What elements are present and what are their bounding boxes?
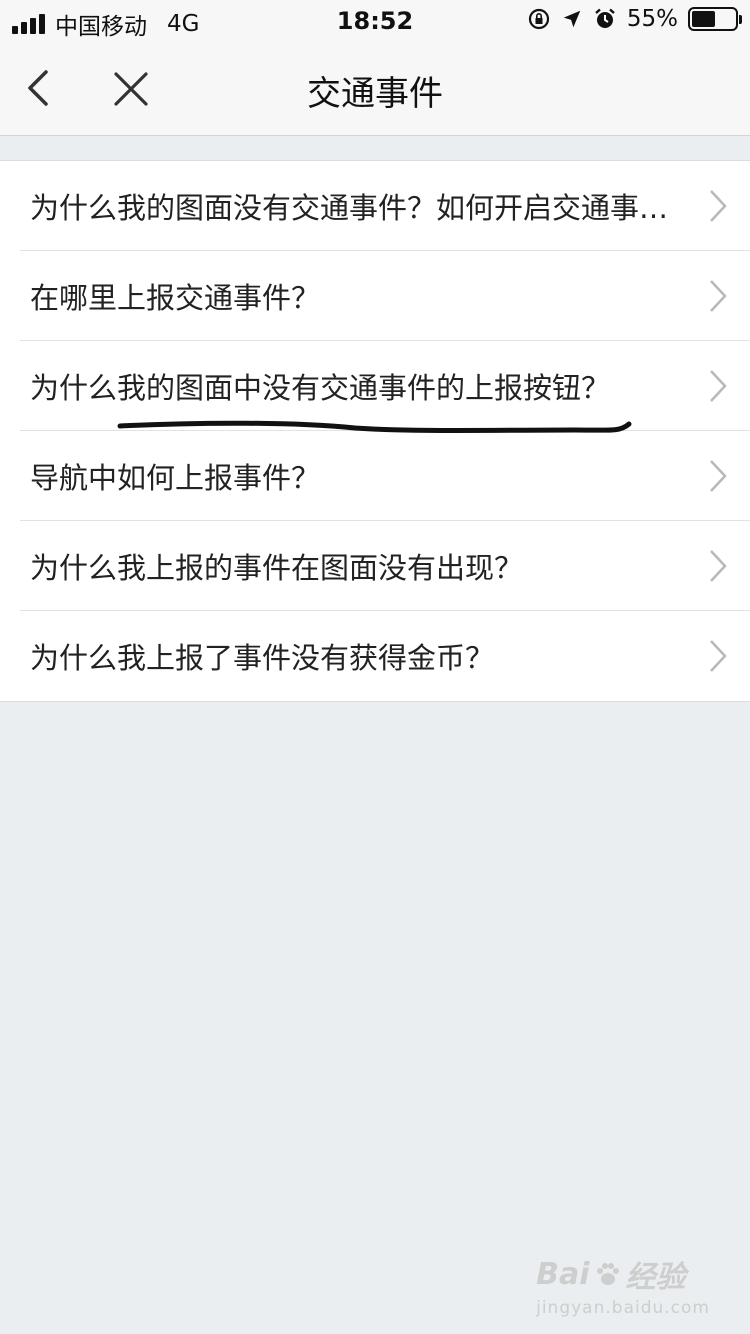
faq-item-label: 在哪里上报交通事件？	[30, 280, 321, 315]
battery-fill	[692, 11, 716, 27]
location-arrow-icon	[563, 10, 581, 28]
back-button[interactable]	[18, 66, 62, 110]
chevron-right-icon	[710, 280, 727, 312]
battery-icon	[688, 7, 742, 31]
faq-item-1[interactable]: 为什么我的图面没有交通事件？如何开启交通事件显示？	[20, 161, 750, 251]
status-bar: 中国移动 4G 18:52 55%	[0, 0, 750, 42]
watermark-logo: Bai 经验	[536, 1252, 710, 1296]
chevron-right-icon	[710, 370, 727, 402]
faq-item-2[interactable]: 在哪里上报交通事件？	[20, 251, 750, 341]
chevron-right-icon	[710, 460, 727, 492]
chevron-right-icon	[710, 550, 727, 582]
faq-item-5[interactable]: 为什么我上报的事件在图面没有出现？	[20, 521, 750, 611]
faq-item-label: 导航中如何上报事件？	[30, 460, 321, 495]
navigation-bar: 交通事件	[0, 42, 750, 136]
watermark: Bai 经验 jingyan.baidu.com	[536, 1252, 710, 1319]
battery-percent: 55%	[626, 6, 678, 32]
watermark-url: jingyan.baidu.com	[536, 1298, 710, 1318]
faq-item-6[interactable]: 为什么我上报了事件没有获得金币？	[20, 611, 750, 701]
rotation-lock-icon	[528, 8, 549, 30]
underline-annotation	[117, 420, 632, 433]
watermark-brand-suffix: 经验	[625, 1260, 686, 1295]
faq-item-label: 为什么我的图面中没有交通事件的上报按钮？	[30, 370, 611, 405]
alarm-clock-icon	[595, 8, 615, 28]
faq-item-4[interactable]: 导航中如何上报事件？	[20, 431, 750, 521]
watermark-brand: Bai	[536, 1256, 590, 1292]
paw-icon	[596, 1263, 619, 1285]
status-right: 55%	[527, 6, 742, 32]
chevron-right-icon	[710, 640, 727, 672]
close-button[interactable]	[108, 66, 154, 112]
faq-item-label: 为什么我上报的事件在图面没有出现？	[30, 550, 524, 585]
faq-item-label: 为什么我的图面没有交通事件？如何开启交通事件显示？	[30, 190, 692, 225]
chevron-right-icon	[710, 190, 727, 222]
faq-item-label: 为什么我上报了事件没有获得金币？	[30, 641, 495, 675]
